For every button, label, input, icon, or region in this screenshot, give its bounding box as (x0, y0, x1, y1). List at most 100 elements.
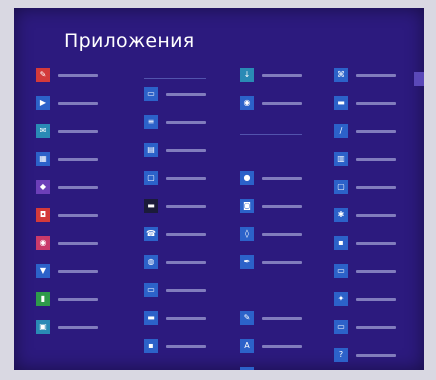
app-list-item[interactable]: ● (240, 167, 302, 189)
window-icon: ▭ (144, 283, 158, 297)
app-list-item[interactable]: ◉ (240, 92, 302, 114)
app-list-item[interactable]: ▦ (36, 148, 98, 170)
shopping-bag-icon: ◘ (36, 208, 50, 222)
label-placeholder-bar (58, 185, 98, 189)
app-list-item[interactable]: ✎ (36, 64, 98, 86)
speaker-icon: ◊ (240, 227, 254, 241)
label-placeholder-bar (166, 120, 206, 124)
terminal-icon: ▬ (144, 199, 158, 213)
chart-icon: ▮ (36, 292, 50, 306)
label-placeholder-bar (58, 129, 98, 133)
label-placeholder-bar (356, 101, 396, 105)
label-placeholder-bar (356, 353, 396, 357)
app-list-item[interactable]: ∕ (334, 120, 396, 142)
app-icon: ▪ (334, 236, 348, 250)
app-list-item[interactable]: ▮ (36, 288, 98, 310)
app-list-item[interactable]: ▣ (36, 316, 98, 338)
group-header (240, 120, 302, 135)
app-list-item[interactable]: ▬ (144, 195, 206, 217)
gamepad-icon: ◆ (36, 180, 50, 194)
app-list-item[interactable]: ✎ (240, 307, 302, 329)
app-list-item[interactable]: ▦ (240, 363, 302, 370)
app-list-item[interactable]: ⌘ (334, 64, 396, 86)
app-list-item[interactable]: ✱ (334, 204, 396, 226)
text-icon: A (240, 339, 254, 353)
app-list-item[interactable]: ▢ (144, 167, 206, 189)
scroll-edge-tab[interactable] (414, 72, 424, 86)
label-placeholder-bar (356, 325, 396, 329)
app-list-item[interactable]: ▤ (144, 139, 206, 161)
app-list-item[interactable]: ▬ (144, 307, 206, 329)
chat-icon: ◉ (240, 96, 254, 110)
app-list-item[interactable]: ✒ (240, 251, 302, 273)
label-placeholder-bar (262, 316, 302, 320)
page-title: Приложения (64, 30, 195, 52)
label-placeholder-bar (166, 176, 206, 180)
app-list-item[interactable]: ✉ (36, 120, 98, 142)
app-list-item[interactable]: ◉ (36, 232, 98, 254)
apps-screen: Приложения ✎ ▶ ✉ ▦ ◆ ◘ ◉ ▼ ▮ ▣ ▭ ≡ ▤ ▢ ▬ ☎ ◍ ▭ ▬ ▪ ↓ ◉ ● ◙ ◊ ✒ ✎… (14, 8, 424, 370)
app-list-item[interactable]: ▭ (144, 83, 206, 105)
label-placeholder-bar (58, 73, 98, 77)
network-icon: ⌘ (334, 68, 348, 82)
label-placeholder-bar (262, 101, 302, 105)
app-list-item[interactable]: ▪ (144, 335, 206, 357)
app-list-item[interactable]: ▬ (334, 92, 396, 114)
app-list-item[interactable]: ▼ (36, 260, 98, 282)
trophy-icon: ▼ (36, 264, 50, 278)
label-placeholder-bar (262, 232, 302, 236)
monitor-icon: ▢ (334, 180, 348, 194)
app-list-item[interactable]: ◘ (36, 204, 98, 226)
app-list-item[interactable]: ↓ (240, 64, 302, 86)
window-icon: ▭ (334, 320, 348, 334)
label-placeholder-bar (262, 204, 302, 208)
app-list-item[interactable]: ▭ (334, 316, 396, 338)
download-icon: ↓ (240, 68, 254, 82)
label-placeholder-bar (356, 157, 396, 161)
label-placeholder-bar (166, 204, 206, 208)
monitor-icon: ▢ (144, 171, 158, 185)
app-list-item[interactable]: ▭ (334, 260, 396, 282)
pen-icon: ✒ (240, 255, 254, 269)
photo-icon: ▣ (36, 320, 50, 334)
label-placeholder-bar (356, 269, 396, 273)
mail-icon: ✉ (36, 124, 50, 138)
app-list-item[interactable]: ▭ (144, 279, 206, 301)
label-placeholder-bar (262, 260, 302, 264)
monitor-frame: Приложения ✎ ▶ ✉ ▦ ◆ ◘ ◉ ▼ ▮ ▣ ▭ ≡ ▤ ▢ ▬ ☎ ◍ ▭ ▬ ▪ ↓ ◉ ● ◙ ◊ ✒ ✎… (0, 0, 436, 380)
app-list-item[interactable]: A (240, 335, 302, 357)
tools-icon: ✦ (334, 292, 348, 306)
app-list-item[interactable]: ▥ (334, 148, 396, 170)
paint-icon: ✎ (36, 68, 50, 82)
app-list-item[interactable]: ◆ (36, 176, 98, 198)
app-list-item[interactable]: ☎ (144, 223, 206, 245)
label-placeholder-bar (166, 344, 206, 348)
window-icon: ▭ (144, 87, 158, 101)
app-list-item[interactable]: ◊ (240, 223, 302, 245)
app-list-item[interactable]: ▪ (334, 232, 396, 254)
app-icon: ▪ (144, 339, 158, 353)
window-icon: ▭ (334, 264, 348, 278)
globe-icon: ◍ (144, 255, 158, 269)
app-list-item[interactable]: ✦ (334, 288, 396, 310)
app-list-item[interactable]: ◙ (240, 195, 302, 217)
document-icon: ≡ (144, 115, 158, 129)
play-icon: ▶ (36, 96, 50, 110)
label-placeholder-bar (58, 101, 98, 105)
label-placeholder-bar (356, 73, 396, 77)
app-list-item[interactable]: ◍ (144, 251, 206, 273)
paint-icon: ✎ (240, 311, 254, 325)
label-placeholder-bar (166, 232, 206, 236)
app-list-item[interactable]: ▢ (334, 176, 396, 198)
person-icon: ● (240, 171, 254, 185)
settings-icon: ✱ (334, 208, 348, 222)
label-placeholder-bar (58, 297, 98, 301)
label-placeholder-bar (356, 297, 396, 301)
label-placeholder-bar (356, 241, 396, 245)
label-placeholder-bar (58, 241, 98, 245)
app-list-item[interactable]: ≡ (144, 111, 206, 133)
app-list-item[interactable]: ▶ (36, 92, 98, 114)
note-icon: ▤ (144, 143, 158, 157)
app-column-1: ✎ ▶ ✉ ▦ ◆ ◘ ◉ ▼ ▮ ▣ (36, 64, 98, 344)
app-list-item[interactable]: ? (334, 344, 396, 366)
